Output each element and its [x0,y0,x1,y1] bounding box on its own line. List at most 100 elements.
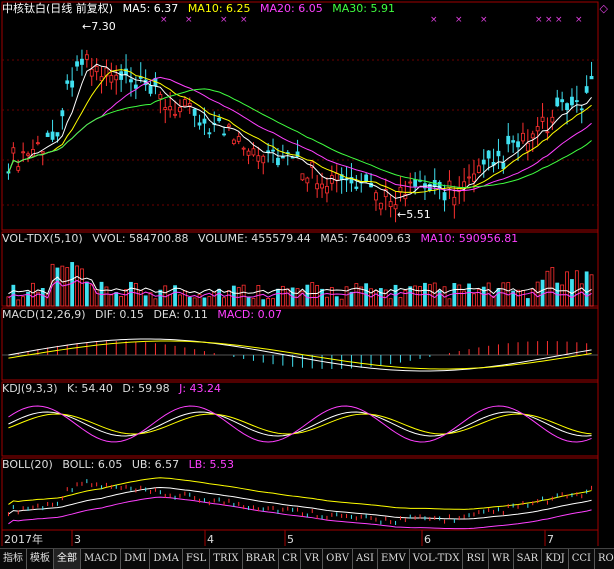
boll-title: BOLL(20) [2,458,53,471]
lb-label: LB: 5.53 [188,458,234,471]
volume-bar [246,296,251,307]
tab-asi[interactable]: ASI [353,549,378,569]
candle-body [511,140,516,143]
candle-body [202,118,207,124]
main-title: 中核钛白(日线 前复权) [2,2,114,15]
candle-body [84,54,89,60]
tab-dma[interactable]: DMA [150,549,183,569]
tab-vol-tdx[interactable]: VOL-TDX [410,549,464,569]
volume-bar [178,294,182,307]
volume-bar [413,285,418,307]
tab-dmi[interactable]: DMI [121,549,151,569]
volume-bar [271,298,275,307]
candle-body [236,136,241,142]
tab-sar[interactable]: SAR [514,549,543,569]
candle-body [481,159,486,165]
boll-label: BOLL: 6.05 [62,458,123,471]
volume-bar [388,298,393,307]
ma10-label: MA10: 6.25 [187,2,251,15]
candle-body [94,65,99,73]
candle-body [413,179,418,187]
tab-macd[interactable]: MACD [81,549,122,569]
main-header: 中核钛白(日线 前复权) MA5: 6.37 MA10: 6.25 MA20: … [2,2,401,16]
tab-cci[interactable]: CCI [569,549,595,569]
tab-obv[interactable]: OBV [323,549,353,569]
tab-cr[interactable]: CR [279,549,302,569]
signal-marker: × [545,15,553,25]
volume-bar [55,267,60,307]
volume-bar [261,299,266,307]
candle-body [467,176,471,179]
tab-fsl[interactable]: FSL [183,549,211,569]
candle-body [325,185,329,194]
candle-body [40,151,45,154]
volume-bar [501,282,506,307]
candle-body [506,135,511,145]
tab-wr[interactable]: WR [489,549,514,569]
volume-bar [84,281,89,307]
tab-brar[interactable]: BRAR [243,549,280,569]
candle-body [227,124,231,127]
tab-rsi[interactable]: RSI [463,549,489,569]
tab-template[interactable]: 模板 [27,549,54,569]
candle-body [550,116,555,123]
volume-bar [266,298,271,307]
x-axis-label: 4 [207,533,214,546]
ma30-line [7,88,592,189]
tab-roc[interactable]: ROC [595,549,614,569]
candle-body [545,131,550,134]
tab-all[interactable]: 全部 [54,549,81,569]
tab-indicator[interactable]: 指标 [0,549,27,569]
volume-bar [114,292,119,307]
macd-title: MACD(12,26,9) [2,308,86,321]
candle-body [354,186,359,189]
candle-body [364,174,369,182]
volume-bar [550,267,555,307]
volume-bar [579,283,584,307]
volume-bar [89,284,94,307]
candle-body [525,142,530,152]
signal-marker: × [185,15,193,25]
volume-bar [75,265,79,307]
volume-bar [197,294,202,307]
volume-bar [222,297,226,307]
volume-bar [315,285,320,307]
ub-label: UB: 6.57 [131,458,180,471]
tab-vr[interactable]: VR [301,549,324,569]
volume-bar [192,297,197,307]
volume-bar [187,297,192,307]
volume-bar [158,289,163,307]
volume-bar [217,288,222,307]
boll-mid-line [8,486,592,520]
candle-body [133,84,138,89]
volume-bar [408,286,413,307]
tab-emv[interactable]: EMV [378,549,410,569]
candle-body [65,80,70,84]
candle-body [11,147,16,154]
high-annotation: ←7.30 [82,20,116,33]
diamond-icon[interactable]: ◇ [600,2,608,15]
candle-body [163,107,168,110]
volume-bar [31,282,35,307]
volume-bar [129,281,133,307]
volume-bar [334,296,339,307]
volume-bar [354,283,359,307]
signal-marker: × [555,15,563,25]
volume-bar [325,296,329,307]
candle-body [89,68,94,77]
candle-body [35,142,40,145]
tab-trix[interactable]: TRIX [210,549,243,569]
dea-label: DEA: 0.11 [153,308,208,321]
candle-body [521,132,525,142]
volume-bar [143,295,148,307]
volume-bar [21,296,26,307]
candle-body [45,132,50,138]
tab-kdj[interactable]: KDJ [542,549,569,569]
macd-header: MACD(12,26,9) DIF: 0.15 DEA: 0.11 MACD: … [2,308,288,322]
volume-bar [521,290,525,307]
candle-body [452,196,457,206]
volume-bar [124,289,128,307]
candle-body [158,94,163,100]
candle-body [187,103,192,107]
signal-marker: × [575,15,583,25]
